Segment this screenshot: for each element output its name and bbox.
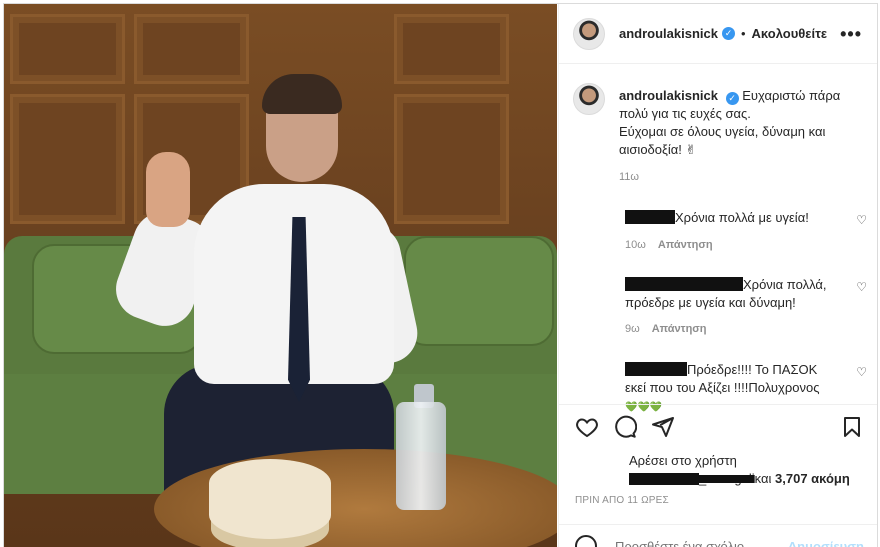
bottle [396, 402, 446, 510]
wood-panel [10, 94, 125, 224]
post-age: ΠΡΙΝ ΑΠΟ 11 ΩΡΕΣ [575, 495, 669, 506]
comment-time: 10ω [625, 239, 646, 251]
avatar[interactable] [573, 17, 605, 50]
more-options-icon[interactable]: ••• [840, 24, 862, 45]
liker-avatar [597, 457, 619, 479]
wood-panel [394, 14, 509, 84]
redacted-username [629, 473, 699, 485]
post-sidebar: androulakisnick ✓ • Ακολουθείτε ••• andr… [558, 4, 877, 547]
following-button[interactable]: Ακολουθείτε [752, 26, 828, 41]
person-hair [262, 74, 342, 114]
comment-meta: 10ω Απάντηση [625, 239, 713, 251]
comment-line: Πρόεδρε!!!! Το ΠΑΣΟΚ [687, 362, 818, 377]
likes-line: _evangeliκαι 3,707 ακόμη [629, 471, 850, 486]
caption-line: αισιοδοξία! ✌ [619, 142, 697, 157]
action-bar [559, 404, 877, 452]
caption-text: androulakisnick ✓ Ευχαριστώ πάρα πολύ γι… [619, 87, 869, 159]
wood-panel [134, 14, 249, 84]
verified-icon: ✓ [725, 92, 739, 105]
comment-line: Χρόνια πολλά, [743, 277, 827, 292]
comment-input[interactable] [615, 539, 775, 547]
comment-avatar[interactable] [573, 278, 605, 310]
redacted-username [625, 210, 675, 224]
heart-icon[interactable] [575, 415, 599, 439]
birthday-cake [209, 459, 331, 539]
header-username[interactable]: androulakisnick [619, 26, 718, 41]
post-modal: androulakisnick ✓ • Ακολουθείτε ••• andr… [3, 3, 878, 547]
redacted-username [625, 362, 687, 376]
caption-line: πολύ για τις ευχές σας. [619, 106, 751, 121]
comment-avatar[interactable] [573, 211, 605, 243]
emoji-icon[interactable] [575, 535, 597, 547]
caption-username[interactable]: androulakisnick [619, 88, 718, 103]
share-icon[interactable] [651, 415, 675, 439]
likes-conjunction: και [754, 471, 776, 486]
likes-count[interactable]: 3,707 ακόμη [775, 471, 850, 486]
like-comment-heart-icon[interactable]: ♡ [856, 213, 867, 227]
wood-panel [10, 14, 125, 84]
comment-line: εκεί που του Αξίζει !!!!Πολυχρονος [625, 380, 820, 395]
comment-line: πρόεδρε με υγεία και δύναμη! [625, 295, 796, 310]
comment-line: Χρόνια πολλά με υγεία! [675, 210, 809, 225]
caption-line: Ευχαριστώ πάρα [742, 88, 841, 103]
separator-dot: • [740, 26, 746, 41]
post-photo[interactable] [4, 4, 557, 547]
post-header: androulakisnick ✓ • Ακολουθείτε ••• [559, 4, 877, 64]
comment-box: Δημοσίευση [559, 524, 877, 547]
comment-meta: 9ω Απάντηση [625, 323, 707, 335]
redacted-username [625, 277, 743, 291]
caption-time: 11ω [619, 171, 640, 183]
save-icon[interactable] [840, 415, 864, 439]
caption-avatar[interactable] [573, 83, 605, 115]
like-comment-heart-icon[interactable]: ♡ [856, 280, 867, 294]
comment-icon[interactable] [613, 415, 637, 439]
comment-avatar[interactable] [573, 363, 605, 395]
post-button[interactable]: Δημοσίευση [788, 539, 864, 547]
comment-text: Χρόνια πολλά, πρόεδρε με υγεία και δύναμ… [625, 276, 855, 312]
comment-text: Χρόνια πολλά με υγεία! [625, 209, 855, 227]
wood-panel [394, 94, 509, 224]
reply-button[interactable]: Απάντηση [652, 323, 707, 335]
like-comment-heart-icon[interactable]: ♡ [856, 365, 867, 379]
verified-icon: ✓ [721, 27, 735, 40]
liker-username[interactable]: _evangeli [699, 471, 755, 486]
victory-hand [146, 152, 190, 227]
sofa-cushion [404, 236, 554, 346]
caption-line: Εύχομαι σε όλους υγεία, δύναμη και [619, 124, 826, 139]
likes-line: Αρέσει στο χρήστη [629, 453, 737, 468]
reply-button[interactable]: Απάντηση [658, 239, 713, 251]
comment-time: 9ω [625, 323, 640, 335]
